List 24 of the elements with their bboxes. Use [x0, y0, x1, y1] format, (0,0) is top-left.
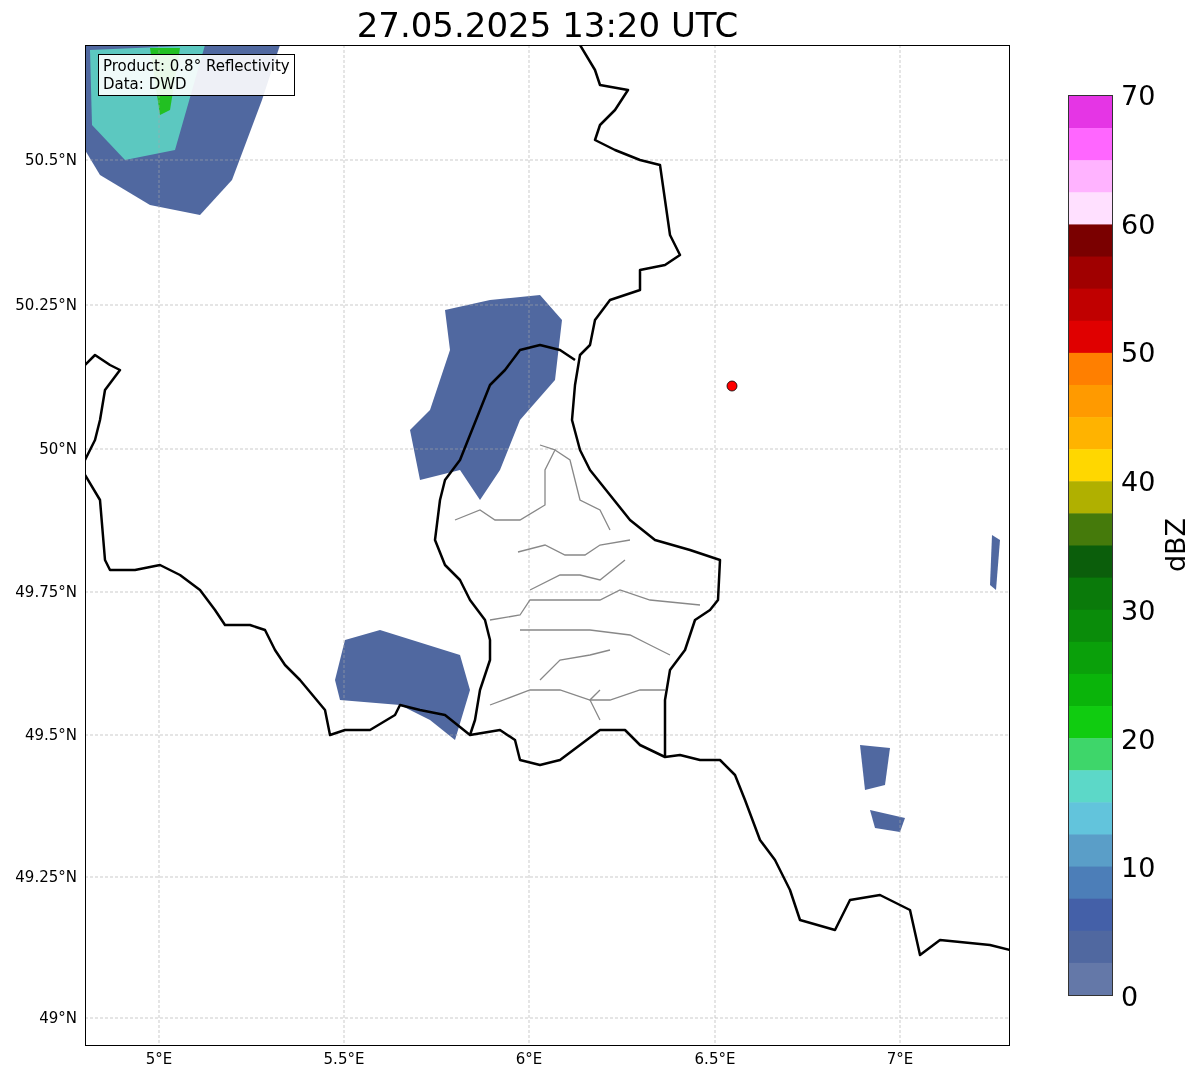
chart-title: 27.05.2025 13:20 UTC: [355, 4, 739, 45]
legend-text: Data: DWD: [103, 75, 188, 93]
longitude-label: 7°E: [886, 1050, 914, 1068]
scale-label: 20: [1121, 723, 1156, 755]
longitude-label: 5.5°E: [323, 1050, 365, 1068]
latitude-label: 49.5°N: [24, 726, 77, 744]
latitude-label: 50.25°N: [15, 296, 77, 314]
longitude-label: 6.5°E: [694, 1050, 736, 1068]
longitude-label: 6°E: [515, 1050, 543, 1068]
scale-label: 0: [1121, 980, 1139, 1012]
scale-label: 50: [1121, 336, 1156, 368]
scale-label: 30: [1121, 594, 1156, 626]
scale-label: 40: [1121, 465, 1156, 497]
longitude-label: 5°E: [145, 1050, 173, 1068]
scale-label: 60: [1121, 208, 1156, 240]
latitude-label: 49°N: [39, 1009, 77, 1027]
latitude-label: 49.25°N: [15, 868, 77, 886]
latitude-label: 49.75°N: [15, 583, 77, 601]
scale-label: 10: [1121, 851, 1156, 883]
scale-label: 70: [1121, 79, 1156, 111]
latitude-label: 50°N: [39, 440, 77, 458]
scale-title: dBZ: [1159, 517, 1191, 573]
latitude-label: 50.5°N: [24, 151, 77, 169]
legend-text: Product: 0.8° Reflectivity: [103, 57, 290, 75]
